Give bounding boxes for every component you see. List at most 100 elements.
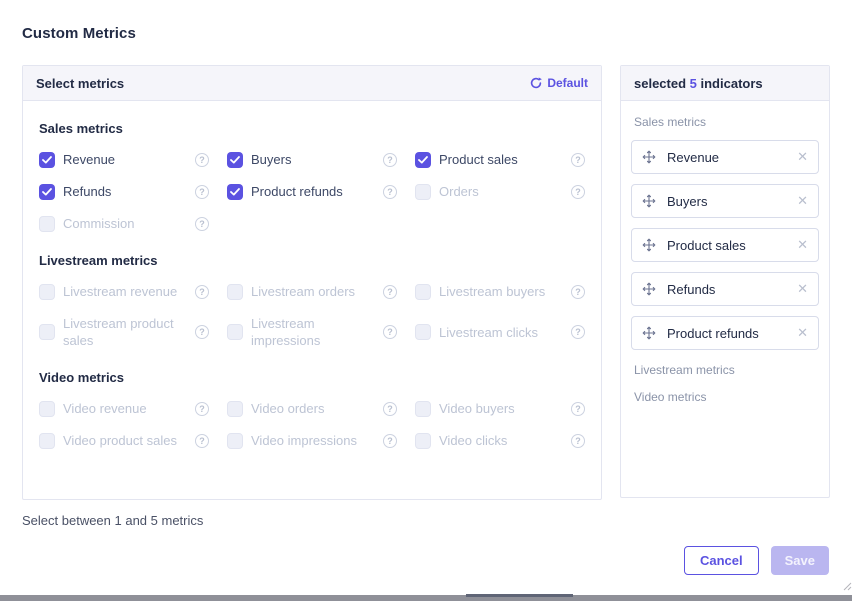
metric-checkbox-row: Orders ? <box>415 183 585 200</box>
metric-checkbox[interactable] <box>415 324 431 340</box>
remove-icon[interactable]: ✕ <box>797 195 808 208</box>
page-title: Custom Metrics <box>22 25 136 42</box>
selected-metric-card[interactable]: Revenue ✕ <box>631 140 819 174</box>
metric-checkbox[interactable] <box>415 433 431 449</box>
drag-handle-icon[interactable] <box>642 238 656 252</box>
refresh-icon <box>530 77 542 89</box>
help-icon[interactable]: ? <box>571 434 585 448</box>
help-icon[interactable]: ? <box>571 325 585 339</box>
selected-indicators-title: selected 5 indicators <box>634 76 763 91</box>
check-icon <box>418 156 428 164</box>
scrollbar-thumb[interactable] <box>466 594 573 597</box>
metric-checkbox[interactable] <box>227 433 243 449</box>
drag-handle-icon[interactable] <box>642 282 656 296</box>
help-icon[interactable]: ? <box>195 185 209 199</box>
check-icon <box>230 156 240 164</box>
metric-checkbox[interactable] <box>415 184 431 200</box>
selected-indicators-header: selected 5 indicators <box>621 66 829 101</box>
metric-checkbox[interactable] <box>39 152 55 168</box>
selected-group-label: Sales metrics <box>634 115 819 129</box>
metric-checkbox[interactable] <box>39 324 55 340</box>
help-icon[interactable]: ? <box>571 153 585 167</box>
remove-icon[interactable]: ✕ <box>797 327 808 340</box>
help-icon[interactable]: ? <box>571 402 585 416</box>
metric-label: Livestream orders <box>251 283 377 300</box>
drag-handle-icon[interactable] <box>642 194 656 208</box>
help-icon[interactable]: ? <box>195 285 209 299</box>
metric-checkbox[interactable] <box>39 216 55 232</box>
selected-metric-card[interactable]: Product sales ✕ <box>631 228 819 262</box>
selected-metric-card[interactable]: Refunds ✕ <box>631 272 819 306</box>
empty-group-label: Livestream metrics <box>634 363 819 377</box>
remove-icon[interactable]: ✕ <box>797 151 808 164</box>
metric-checkbox[interactable] <box>39 433 55 449</box>
metric-checkbox-row: Refunds ? <box>39 183 209 200</box>
metric-label: Refunds <box>63 183 189 200</box>
metric-checkbox-row: Commission ? <box>39 215 209 232</box>
drag-handle-icon[interactable] <box>642 326 656 340</box>
metric-checkbox[interactable] <box>415 401 431 417</box>
metric-checkbox[interactable] <box>227 152 243 168</box>
remove-icon[interactable]: ✕ <box>797 283 808 296</box>
metric-label: Video product sales <box>63 432 189 449</box>
metric-checkbox-row: Product sales ? <box>415 151 585 168</box>
check-icon <box>230 188 240 196</box>
help-icon[interactable]: ? <box>383 185 397 199</box>
metric-checkbox-row: Product refunds ? <box>227 183 397 200</box>
selected-count: 5 <box>690 76 697 91</box>
metric-label: Video revenue <box>63 400 189 417</box>
selected-metric-card[interactable]: Product refunds ✕ <box>631 316 819 350</box>
metric-checkbox-row: Livestream clicks ? <box>415 315 585 349</box>
help-icon[interactable]: ? <box>383 325 397 339</box>
help-icon[interactable]: ? <box>383 285 397 299</box>
check-icon <box>42 156 52 164</box>
selected-metric-card[interactable]: Buyers ✕ <box>631 184 819 218</box>
save-button[interactable]: Save <box>771 546 829 575</box>
horizontal-scrollbar[interactable] <box>0 595 852 601</box>
selected-indicators-panel: selected 5 indicators Sales metrics Reve… <box>620 65 830 498</box>
section-title: Livestream metrics <box>39 253 585 268</box>
help-icon[interactable]: ? <box>571 285 585 299</box>
help-icon[interactable]: ? <box>195 434 209 448</box>
selected-list-body: Sales metrics Revenue ✕ Buyers <box>621 101 829 404</box>
metric-checkbox-row: Video orders ? <box>227 400 397 417</box>
help-icon[interactable]: ? <box>195 153 209 167</box>
remove-icon[interactable]: ✕ <box>797 239 808 252</box>
help-icon[interactable]: ? <box>383 434 397 448</box>
section-grid: Livestream revenue ? Livestream orders ?… <box>39 283 585 349</box>
metric-checkbox[interactable] <box>415 152 431 168</box>
selected-metric-label: Refunds <box>667 282 797 297</box>
metric-checkbox-row: Buyers ? <box>227 151 397 168</box>
check-icon <box>42 188 52 196</box>
help-icon[interactable]: ? <box>195 325 209 339</box>
metric-label: Livestream product sales <box>63 315 189 349</box>
metric-checkbox-row: Video buyers ? <box>415 400 585 417</box>
selected-metric-label: Revenue <box>667 150 797 165</box>
default-button[interactable]: Default <box>530 76 588 90</box>
metric-checkbox[interactable] <box>227 324 243 340</box>
metric-label: Product sales <box>439 151 565 168</box>
metric-checkbox[interactable] <box>227 184 243 200</box>
selected-metric-label: Product sales <box>667 238 797 253</box>
help-icon[interactable]: ? <box>383 153 397 167</box>
help-icon[interactable]: ? <box>195 402 209 416</box>
drag-handle-icon[interactable] <box>642 150 656 164</box>
metric-sections: Sales metrics Revenue ? Buyers ? Product… <box>23 101 601 449</box>
metric-label: Livestream revenue <box>63 283 189 300</box>
metric-checkbox[interactable] <box>227 284 243 300</box>
help-icon[interactable]: ? <box>571 185 585 199</box>
metric-checkbox[interactable] <box>227 401 243 417</box>
dialog-actions: Cancel Save <box>684 546 829 575</box>
resize-grip-icon[interactable] <box>843 578 852 596</box>
metric-checkbox-row: Livestream revenue ? <box>39 283 209 300</box>
metric-checkbox[interactable] <box>39 184 55 200</box>
metric-checkbox[interactable] <box>415 284 431 300</box>
help-icon[interactable]: ? <box>195 217 209 231</box>
metric-checkbox-row: Video product sales ? <box>39 432 209 449</box>
metric-label: Product refunds <box>251 183 377 200</box>
metric-checkbox[interactable] <box>39 401 55 417</box>
metric-checkbox[interactable] <box>39 284 55 300</box>
cancel-button[interactable]: Cancel <box>684 546 759 575</box>
help-icon[interactable]: ? <box>383 402 397 416</box>
metric-checkbox-row: Livestream orders ? <box>227 283 397 300</box>
